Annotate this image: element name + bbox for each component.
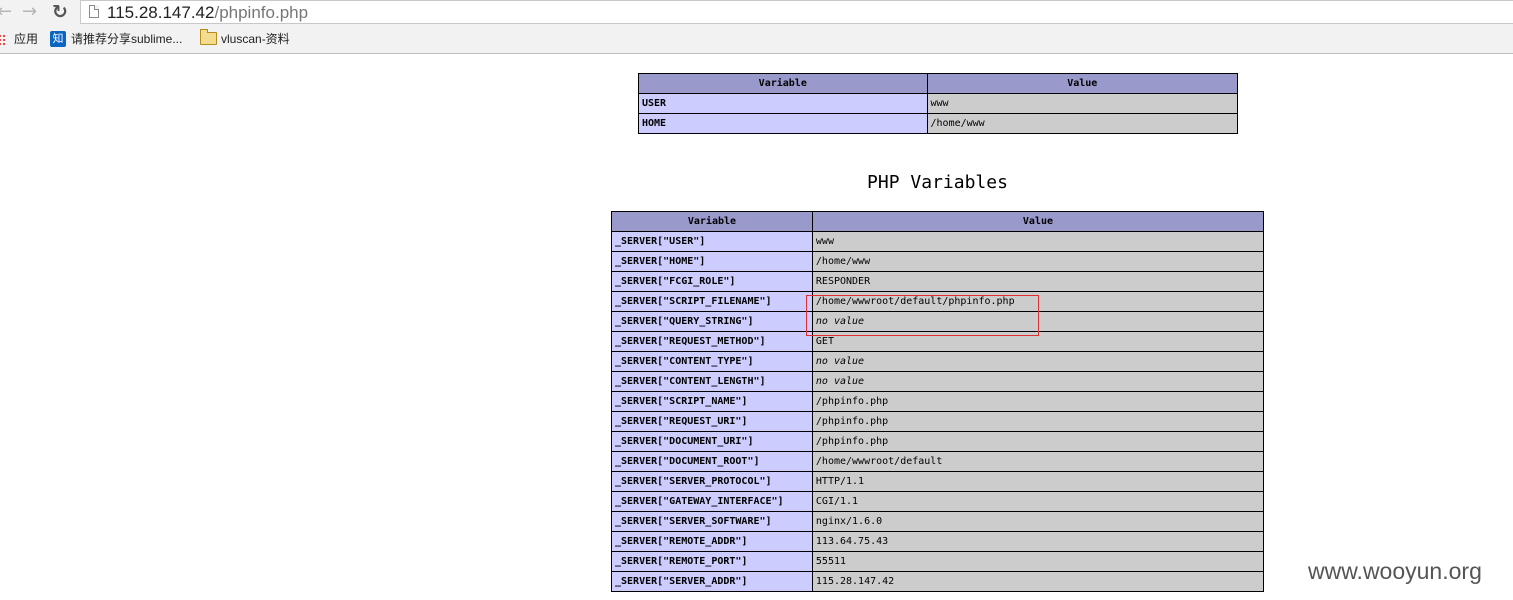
variable-value-cell: /phpinfo.php: [811, 431, 1265, 452]
page-icon: [89, 5, 99, 18]
variable-name-cell: _SERVER["DOCUMENT_ROOT"]: [611, 451, 813, 472]
variable-value-cell: /home/www: [926, 113, 1239, 134]
url-text[interactable]: 115.28.147.42/phpinfo.php: [107, 3, 308, 23]
variable-name-cell: _SERVER["REMOTE_PORT"]: [611, 551, 813, 572]
variable-value-cell: www: [811, 231, 1265, 252]
table-row: _SERVER["SERVER_PROTOCOL"] HTTP/1.1: [611, 471, 1265, 492]
forward-arrow-icon[interactable]: →: [22, 2, 37, 22]
variable-value-cell: no value: [811, 371, 1265, 392]
variable-value-cell: HTTP/1.1: [811, 471, 1265, 492]
bookmark-apps[interactable]: 应用: [14, 30, 38, 48]
table-row: _SERVER["SCRIPT_FILENAME"]/home/wwwroot/…: [611, 291, 1265, 312]
variable-name-cell: _SERVER["SERVER_ADDR"]: [611, 571, 813, 592]
table-row: _SERVER["REMOTE_ADDR"] 113.64.75.43: [611, 531, 1265, 552]
variable-value-cell: /phpinfo.php: [811, 411, 1265, 432]
variable-value-cell: /home/www: [811, 251, 1265, 272]
column-header-variable: Variable: [611, 211, 813, 232]
table-row: _SERVER["CONTENT_TYPE"] no value: [611, 351, 1265, 372]
reload-icon[interactable]: ↻: [52, 2, 68, 22]
variable-value-cell: nginx/1.6.0: [811, 511, 1265, 532]
variable-value-cell: no value: [811, 311, 1265, 332]
watermark: www.wooyun.org: [1308, 557, 1482, 585]
variable-value-cell: www: [926, 93, 1239, 114]
variable-value-cell: no value: [811, 351, 1265, 372]
table-row: _SERVER["DOCUMENT_ROOT"]/home/wwwroot/de…: [611, 451, 1265, 472]
variable-value-cell: RESPONDER: [811, 271, 1265, 292]
table-row: _SERVER["SERVER_SOFTWARE"] nginx/1.6.0: [611, 511, 1265, 532]
url-path: /phpinfo.php: [214, 3, 309, 22]
variable-value-cell: /phpinfo.php: [811, 391, 1265, 412]
variable-value-cell: /home/wwwroot/default: [811, 451, 1265, 472]
environment-table: Variable Value USER www HOME/home/www: [638, 73, 1239, 134]
table-row: _SERVER["HOME"]/home/www: [611, 251, 1265, 272]
variable-name-cell: USER: [638, 93, 928, 114]
variable-name-cell: _SERVER["SERVER_PROTOCOL"]: [611, 471, 813, 492]
table-row: _SERVER["QUERY_STRING"] no value: [611, 311, 1265, 332]
variable-name-cell: _SERVER["FCGI_ROLE"]: [611, 271, 813, 292]
bookmarks-bar: 应用 请推荐分享sublime... vluscan-资料: [0, 26, 1513, 54]
php-variables-table: Variable Value _SERVER["USER"] www _SERVER…: [611, 211, 1265, 592]
table-row: _SERVER["SERVER_ADDR"] 115.28.147.42: [611, 571, 1265, 592]
table-row: USER www: [638, 93, 1239, 114]
back-arrow-icon[interactable]: ←: [0, 2, 12, 22]
column-header-variable: Variable: [638, 73, 928, 94]
table-row: HOME/home/www: [638, 113, 1239, 134]
variable-value-cell: GET: [811, 331, 1265, 352]
table-row: _SERVER["SCRIPT_NAME"]/phpinfo.php: [611, 391, 1265, 412]
variable-value-cell: /home/wwwroot/default/phpinfo.php: [811, 291, 1265, 312]
address-bar[interactable]: 115.28.147.42/phpinfo.php: [80, 0, 1513, 24]
variable-name-cell: HOME: [638, 113, 928, 134]
table-row: _SERVER["FCGI_ROLE"] RESPONDER: [611, 271, 1265, 292]
table-row: _SERVER["REQUEST_URI"]/phpinfo.php: [611, 411, 1265, 432]
variable-name-cell: _SERVER["GATEWAY_INTERFACE"]: [611, 491, 813, 512]
zhihu-icon[interactable]: 知: [50, 31, 66, 47]
variable-name-cell: _SERVER["SCRIPT_NAME"]: [611, 391, 813, 412]
variable-name-cell: _SERVER["REQUEST_METHOD"]: [611, 331, 813, 352]
variable-value-cell: 55511: [811, 551, 1265, 572]
variable-value-cell: 113.64.75.43: [811, 531, 1265, 552]
variable-name-cell: _SERVER["DOCUMENT_URI"]: [611, 431, 813, 452]
browser-toolbar: ← → ↻ 115.28.147.42/phpinfo.php: [0, 0, 1513, 26]
variable-value-cell: 115.28.147.42: [811, 571, 1265, 592]
bookmark-vluscan-folder[interactable]: vluscan-资料: [221, 30, 290, 48]
variable-name-cell: _SERVER["QUERY_STRING"]: [611, 311, 813, 332]
variable-name-cell: _SERVER["CONTENT_TYPE"]: [611, 351, 813, 372]
variable-name-cell: _SERVER["CONTENT_LENGTH"]: [611, 371, 813, 392]
url-host: 115.28.147.42: [107, 3, 215, 22]
variable-name-cell: _SERVER["SCRIPT_FILENAME"]: [611, 291, 813, 312]
section-title-php-variables: PHP Variables: [867, 172, 1008, 193]
folder-icon[interactable]: [200, 29, 217, 45]
table-row: _SERVER["CONTENT_LENGTH"] no value: [611, 371, 1265, 392]
variable-name-cell: _SERVER["REMOTE_ADDR"]: [611, 531, 813, 552]
table-row: _SERVER["REQUEST_METHOD"] GET: [611, 331, 1265, 352]
column-header-value: Value: [926, 73, 1239, 94]
table-header-row: Variable Value: [638, 73, 1239, 94]
apps-grid-icon[interactable]: [0, 34, 6, 45]
table-row: _SERVER["REMOTE_PORT"] 55511: [611, 551, 1265, 572]
bookmark-sublime[interactable]: 请推荐分享sublime...: [71, 30, 182, 48]
variable-name-cell: _SERVER["USER"]: [611, 231, 813, 252]
variable-name-cell: _SERVER["REQUEST_URI"]: [611, 411, 813, 432]
table-row: _SERVER["USER"] www: [611, 231, 1265, 252]
variable-name-cell: _SERVER["SERVER_SOFTWARE"]: [611, 511, 813, 532]
variable-name-cell: _SERVER["HOME"]: [611, 251, 813, 272]
column-header-value: Value: [811, 211, 1265, 232]
table-header-row: Variable Value: [611, 211, 1265, 232]
variable-value-cell: CGI/1.1: [811, 491, 1265, 512]
table-row: _SERVER["GATEWAY_INTERFACE"] CGI/1.1: [611, 491, 1265, 512]
table-row: _SERVER["DOCUMENT_URI"]/phpinfo.php: [611, 431, 1265, 452]
